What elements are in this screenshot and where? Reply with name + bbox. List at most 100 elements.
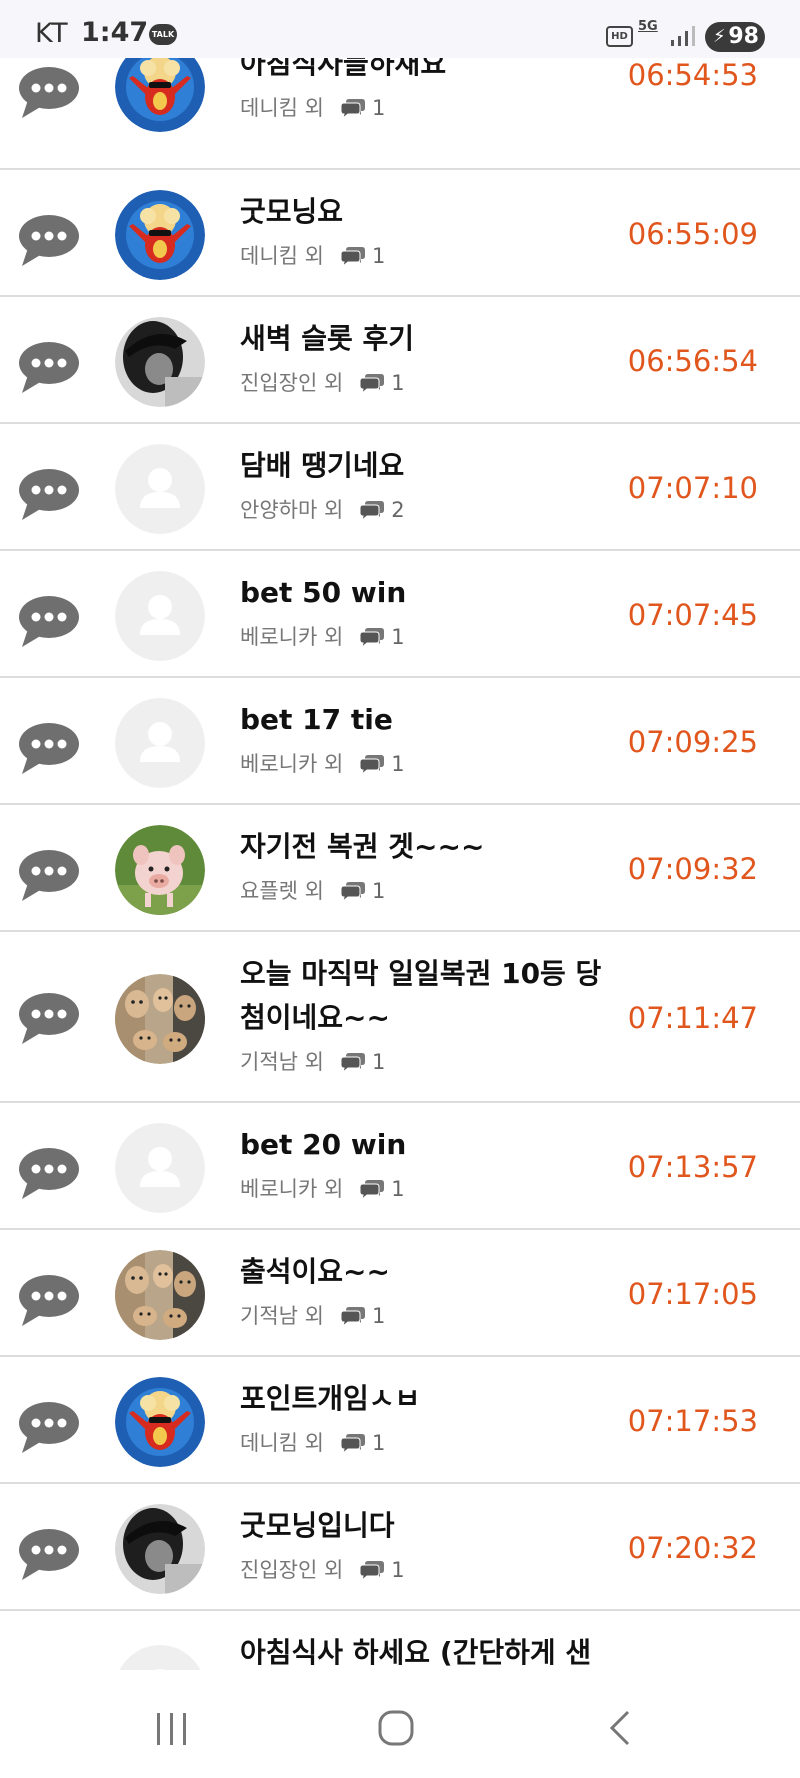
post-title[interactable]: 굿모닝입니다 xyxy=(240,1504,620,1548)
post-row[interactable]: 새벽 슬롯 후기진입장인 외 1 06:56:54 xyxy=(0,297,800,424)
post-author: 데니킴 외 xyxy=(240,96,324,120)
post-time: 06:54:53 xyxy=(627,58,758,92)
default-avatar[interactable] xyxy=(115,698,205,788)
post-time: 07:17:53 xyxy=(627,1403,758,1438)
bird-avatar[interactable] xyxy=(115,1377,205,1467)
post-meta: 기적남 외 1 xyxy=(240,1301,385,1331)
comment-icon xyxy=(340,245,366,268)
post-author: 안양하마 외 xyxy=(240,498,344,522)
post-time: 07:17:05 xyxy=(627,1276,758,1311)
post-author: 베로니카 외 xyxy=(240,625,344,649)
post-meta: 진입장인 외 1 xyxy=(240,368,405,398)
default-avatar[interactable] xyxy=(115,571,205,661)
bw-photo-avatar[interactable] xyxy=(115,317,205,407)
painting-avatar[interactable] xyxy=(115,1250,205,1340)
chat-bubble-icon xyxy=(18,468,80,522)
default-avatar[interactable] xyxy=(115,444,205,534)
comment-count: 1 xyxy=(371,1431,386,1455)
post-title[interactable]: bet 50 win xyxy=(240,571,620,615)
post-row[interactable]: 굿모닝입니다 진입장인 외 1 07:20:32 xyxy=(0,1484,800,1611)
default-avatar[interactable] xyxy=(115,1645,205,1670)
chat-bubble-icon xyxy=(18,722,80,776)
hd-voice-icon: HD xyxy=(606,26,633,47)
post-title[interactable]: 아침식사 하세요 (간단하게 샌 xyxy=(240,1631,620,1670)
chat-bubble-icon xyxy=(18,992,80,1046)
comment-icon xyxy=(359,1178,385,1201)
comment-count: 2 xyxy=(391,498,405,522)
charging-bolt-icon: ⚡ xyxy=(713,26,726,47)
comment-icon xyxy=(340,97,366,120)
post-time: 06:56:54 xyxy=(627,343,758,378)
comment-count: 1 xyxy=(391,625,405,649)
post-author: 데니킴 외 xyxy=(240,244,324,268)
comment-icon xyxy=(340,1432,366,1455)
post-time: 06:55:09 xyxy=(627,216,758,251)
post-time: 07:20:32 xyxy=(627,1530,758,1565)
chat-bubble-icon xyxy=(18,849,80,903)
chat-bubble-icon xyxy=(18,214,80,268)
post-meta: 요플렛 외 1 xyxy=(240,876,385,906)
comment-icon xyxy=(359,1559,385,1582)
comment-count: 1 xyxy=(391,1558,405,1582)
post-meta: 베로니카 외 1 xyxy=(240,749,405,779)
recent-apps-icon[interactable] xyxy=(142,1698,202,1758)
piglet-avatar[interactable] xyxy=(115,825,205,915)
post-time: 07:09:32 xyxy=(627,851,758,886)
comment-count: 1 xyxy=(371,1304,386,1328)
chat-bubble-icon xyxy=(18,1274,80,1328)
comment-count: 1 xyxy=(391,1177,405,1201)
chat-bubble-icon xyxy=(18,66,80,120)
post-row[interactable]: 자기전 복권 겟~~~ 요플렛 외 1 07:09:32 xyxy=(0,805,800,932)
bird-avatar[interactable] xyxy=(115,190,205,280)
back-icon[interactable] xyxy=(590,1698,650,1758)
comment-count: 1 xyxy=(371,879,386,903)
comment-icon xyxy=(359,372,385,395)
comment-count: 1 xyxy=(371,244,386,268)
battery-level: 98 xyxy=(728,24,759,49)
post-row[interactable]: 아침식사 하세요 (간단하게 샌 xyxy=(0,1611,800,1670)
post-row[interactable]: 담배 땡기네요 안양하마 외 2 07:07:10 xyxy=(0,424,800,551)
post-row[interactable]: 출석이요~~ 기적남 외 1 07:17:05 xyxy=(0,1230,800,1357)
post-row[interactable]: bet 50 win 베로니카 외 1 07:07:45 xyxy=(0,551,800,678)
network-type-icon: 5G xyxy=(638,19,658,34)
comment-icon xyxy=(340,1051,366,1074)
post-title[interactable]: 포인트개임ㅅㅂ xyxy=(240,1377,620,1421)
post-title[interactable]: bet 17 tie xyxy=(240,698,620,742)
kakaotalk-notification-icon: TALK xyxy=(149,24,177,45)
post-row[interactable]: bet 17 tie 베로니카 외 1 07:09:25 xyxy=(0,678,800,805)
post-meta: 데니킴 외 1 xyxy=(240,1428,385,1458)
post-author: 진입장인 외 xyxy=(240,371,344,395)
post-time: 07:11:47 xyxy=(627,1000,758,1035)
post-author: 요플렛 외 xyxy=(240,879,324,903)
post-author: 기적남 외 xyxy=(240,1304,324,1328)
painting-avatar[interactable] xyxy=(115,974,205,1064)
post-row[interactable]: 오늘 마직막 일일복권 10등 당첨이네요~~ 기적남 외 1 07:11:47 xyxy=(0,932,800,1103)
chat-bubble-icon xyxy=(18,1528,80,1582)
post-row[interactable]: 굿모닝요데니킴 외 1 06:55:09 xyxy=(0,170,800,297)
post-meta: 안양하마 외 2 xyxy=(240,495,405,525)
comment-icon xyxy=(359,626,385,649)
post-title[interactable]: 오늘 마직막 일일복권 10등 당첨이네요~~ xyxy=(240,952,620,1040)
chat-bubble-icon xyxy=(18,1401,80,1455)
default-avatar[interactable] xyxy=(115,1123,205,1213)
comment-count: 1 xyxy=(371,1050,386,1074)
home-icon[interactable] xyxy=(366,1698,426,1758)
post-author: 베로니카 외 xyxy=(240,1177,344,1201)
comment-count: 1 xyxy=(391,371,405,395)
comment-icon xyxy=(359,499,385,522)
chat-bubble-icon xyxy=(18,1147,80,1201)
post-list: 아침식사들하새요 데니킴 외 1 06:54:53 굿모닝요 데니킴 외 1 06:55… xyxy=(0,0,800,1670)
signal-icon xyxy=(671,26,695,46)
post-row[interactable]: 포인트개임ㅅㅂ 데니킴 외 1 07:17:53 xyxy=(0,1357,800,1484)
post-title[interactable]: 굿모닝요 xyxy=(240,190,620,234)
post-meta: 기적남 외 1 xyxy=(240,1047,385,1077)
post-title[interactable]: 자기전 복권 겟~~~ xyxy=(240,825,620,869)
battery-indicator: ⚡ 98 xyxy=(705,22,765,52)
post-title[interactable]: 담배 땡기네요 xyxy=(240,444,620,488)
post-row[interactable]: bet 20 win 베로니카 외 1 07:13:57 xyxy=(0,1103,800,1230)
bw-photo-avatar[interactable] xyxy=(115,1504,205,1594)
post-title[interactable]: bet 20 win xyxy=(240,1123,620,1167)
chat-bubble-icon xyxy=(18,341,80,395)
post-title[interactable]: 새벽 슬롯 후기 xyxy=(240,317,620,361)
post-title[interactable]: 출석이요~~ xyxy=(240,1250,620,1294)
